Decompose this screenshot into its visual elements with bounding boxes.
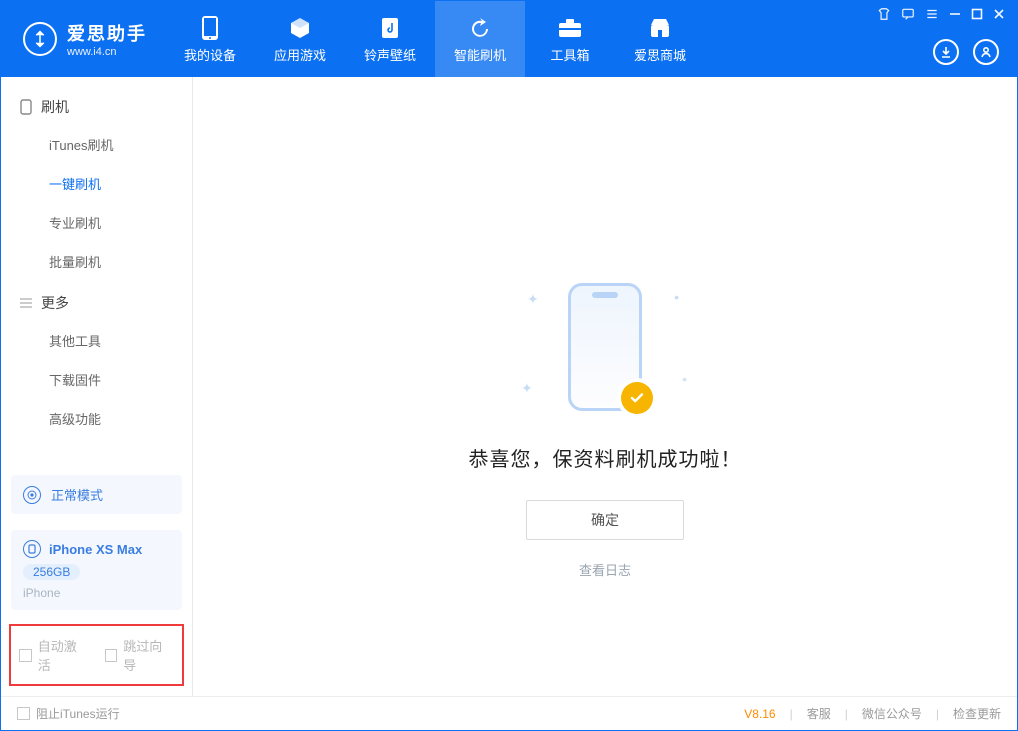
app-window: 爱思助手 www.i4.cn 我的设备 应用游戏 铃声壁 — [0, 0, 1018, 731]
sparkle-icon: • — [674, 289, 679, 305]
sidebar-scroll: 刷机 iTunes刷机 一键刷机 专业刷机 批量刷机 更多 其他工具 下载固件 … — [1, 77, 192, 467]
app-url: www.i4.cn — [67, 46, 147, 58]
nav-label: 工具箱 — [550, 45, 589, 64]
device-name: iPhone XS Max — [49, 542, 142, 557]
footer-left: 阻止iTunes运行 — [17, 705, 120, 722]
header: 爱思助手 www.i4.cn 我的设备 应用游戏 铃声壁 — [1, 1, 1017, 77]
app-name: 爱思助手 — [67, 20, 147, 46]
sidebar-item-download-firmware[interactable]: 下载固件 — [1, 360, 192, 399]
checkbox-label: 阻止iTunes运行 — [36, 705, 120, 722]
sidebar-group-title: 更多 — [41, 293, 69, 313]
checkbox-auto-activate[interactable]: 自动激活 — [19, 636, 89, 674]
logo-icon — [23, 22, 57, 56]
sidebar: 刷机 iTunes刷机 一键刷机 专业刷机 批量刷机 更多 其他工具 下载固件 … — [1, 77, 193, 696]
nav-tabs: 我的设备 应用游戏 铃声壁纸 智能刷机 — [165, 1, 705, 77]
footer-link-update[interactable]: 检查更新 — [953, 705, 1001, 722]
window-controls — [877, 7, 1005, 21]
nav-tab-ringtones[interactable]: 铃声壁纸 — [345, 1, 435, 77]
sidebar-group-more: 更多 — [1, 281, 192, 321]
phone-icon — [19, 100, 33, 114]
success-message: 恭喜您，保资料刷机成功啦！ — [469, 443, 742, 472]
nav-tab-toolbox[interactable]: 工具箱 — [525, 1, 615, 77]
mode-label: 正常模式 — [51, 485, 103, 504]
account-button[interactable] — [973, 39, 999, 65]
device-icon — [23, 540, 41, 558]
checkbox-box — [19, 649, 32, 662]
sidebar-item-pro-flash[interactable]: 专业刷机 — [1, 203, 192, 242]
checkmark-badge-icon — [621, 382, 653, 414]
device-storage: 256GB — [23, 564, 80, 580]
logo-text: 爱思助手 www.i4.cn — [67, 20, 147, 58]
flash-options-highlight: 自动激活 跳过向导 — [9, 624, 184, 686]
download-button[interactable] — [933, 39, 959, 65]
device-type: iPhone — [23, 586, 60, 600]
sidebar-group-title: 刷机 — [41, 97, 69, 117]
menu-icon[interactable] — [925, 7, 939, 21]
list-icon — [19, 296, 33, 310]
device-icon — [197, 15, 223, 41]
footer-link-service[interactable]: 客服 — [807, 705, 831, 722]
footer-link-wechat[interactable]: 微信公众号 — [862, 705, 922, 722]
sparkle-icon: • — [682, 371, 687, 387]
checkbox-label: 自动激活 — [38, 636, 89, 674]
checkbox-block-itunes[interactable]: 阻止iTunes运行 — [17, 705, 120, 722]
store-icon — [647, 15, 673, 41]
shirt-icon[interactable] — [877, 7, 891, 21]
version-label: V8.16 — [744, 707, 775, 721]
nav-tab-store[interactable]: 爱思商城 — [615, 1, 705, 77]
separator: | — [930, 707, 945, 721]
device-card[interactable]: iPhone XS Max 256GB iPhone — [11, 530, 182, 610]
checkbox-label: 跳过向导 — [123, 636, 174, 674]
mode-card[interactable]: 正常模式 — [11, 475, 182, 514]
footer-right: V8.16 | 客服 | 微信公众号 | 检查更新 — [744, 705, 1001, 722]
nav-label: 智能刷机 — [454, 45, 506, 64]
sparkle-icon: ✦ — [521, 380, 533, 397]
minimize-button[interactable] — [949, 8, 961, 20]
header-actions — [933, 39, 999, 65]
maximize-button[interactable] — [971, 8, 983, 20]
music-icon — [377, 15, 403, 41]
body: 刷机 iTunes刷机 一键刷机 专业刷机 批量刷机 更多 其他工具 下载固件 … — [1, 77, 1017, 696]
sidebar-item-itunes-flash[interactable]: iTunes刷机 — [1, 125, 192, 164]
refresh-icon — [467, 15, 493, 41]
nav-tab-flash[interactable]: 智能刷机 — [435, 1, 525, 77]
sidebar-item-other-tools[interactable]: 其他工具 — [1, 321, 192, 360]
checkbox-skip-guide[interactable]: 跳过向导 — [105, 636, 175, 674]
ok-button[interactable]: 确定 — [526, 500, 684, 540]
nav-label: 我的设备 — [184, 45, 236, 64]
success-illustration: ✦ • ✦ • — [505, 277, 705, 417]
nav-tab-device[interactable]: 我的设备 — [165, 1, 255, 77]
sidebar-group-flash: 刷机 — [1, 85, 192, 125]
nav-label: 铃声壁纸 — [364, 45, 416, 64]
separator: | — [784, 707, 799, 721]
sparkle-icon: ✦ — [527, 291, 539, 308]
logo: 爱思助手 www.i4.cn — [1, 20, 165, 58]
main-content: ✦ • ✦ • 恭喜您，保资料刷机成功啦！ 确定 查看日志 — [193, 77, 1017, 696]
sidebar-item-advanced[interactable]: 高级功能 — [1, 399, 192, 438]
nav-label: 应用游戏 — [274, 45, 326, 64]
checkbox-box — [105, 649, 118, 662]
separator: | — [839, 707, 854, 721]
footer: 阻止iTunes运行 V8.16 | 客服 | 微信公众号 | 检查更新 — [1, 696, 1017, 730]
mode-icon — [23, 486, 41, 504]
nav-tab-apps[interactable]: 应用游戏 — [255, 1, 345, 77]
sidebar-item-oneclick-flash[interactable]: 一键刷机 — [1, 164, 192, 203]
sidebar-item-batch-flash[interactable]: 批量刷机 — [1, 242, 192, 281]
phone-illustration-icon — [568, 283, 642, 411]
view-log-link[interactable]: 查看日志 — [579, 560, 631, 579]
checkbox-box — [17, 707, 30, 720]
feedback-icon[interactable] — [901, 7, 915, 21]
close-button[interactable] — [993, 8, 1005, 20]
toolbox-icon — [557, 15, 583, 41]
nav-label: 爱思商城 — [634, 45, 686, 64]
cube-icon — [287, 15, 313, 41]
